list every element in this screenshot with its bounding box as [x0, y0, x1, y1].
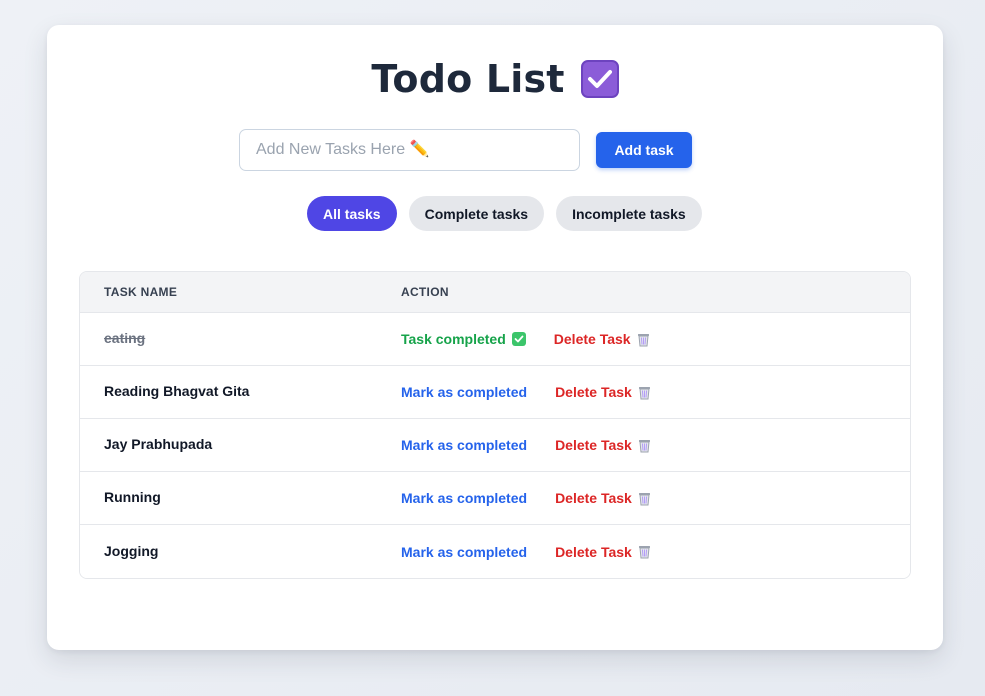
task-name: Running: [104, 489, 161, 505]
todo-card: Todo List Add task All tasks Complete ta…: [47, 25, 943, 650]
task-name: Jay Prabhupada: [104, 436, 213, 452]
new-task-input[interactable]: [239, 129, 580, 171]
table-header: Task name Action: [80, 272, 910, 313]
delete-task-button[interactable]: Delete Task: [554, 331, 650, 347]
task-name: eating: [104, 330, 146, 346]
task-completed-status: Task completed: [401, 331, 526, 347]
delete-label: Delete Task: [555, 384, 632, 400]
delete-task-button[interactable]: Delete Task: [555, 490, 651, 506]
delete-task-button[interactable]: Delete Task: [555, 384, 651, 400]
delete-label: Delete Task: [555, 437, 632, 453]
table-row: Jogging Mark as completed Delete Task: [80, 525, 910, 578]
purple-checkbox-icon: [580, 60, 619, 98]
task-name: Jogging: [104, 542, 159, 559]
table-row: Jay Prabhupada Mark as completed Delete …: [80, 419, 910, 472]
task-name: Reading Bhagvat Gita: [104, 383, 250, 399]
mark-completed-button[interactable]: Mark as completed: [401, 437, 527, 453]
status-label: Task completed: [401, 331, 506, 347]
table-row: Reading Bhagvat Gita Mark as completed D…: [80, 366, 910, 419]
mark-completed-button[interactable]: Mark as completed: [401, 384, 527, 400]
wastebasket-icon: [638, 491, 651, 506]
mark-completed-button[interactable]: Mark as completed: [401, 490, 527, 506]
table-row: eating Task completed Delete Task: [80, 313, 910, 366]
delete-task-button[interactable]: Delete Task: [555, 544, 651, 560]
delete-label: Delete Task: [553, 331, 631, 347]
wastebasket-icon: [638, 438, 651, 453]
wastebasket-icon: [638, 385, 651, 400]
title-row: Todo List: [47, 57, 943, 101]
delete-task-button[interactable]: Delete Task: [555, 437, 651, 453]
delete-label: Delete Task: [555, 490, 632, 506]
header-task-name: Task name: [104, 285, 178, 299]
header-action: Action: [401, 285, 449, 299]
wastebasket-icon: [638, 544, 651, 559]
task-table: Task name Action eating Task completed D…: [79, 271, 911, 579]
filter-tabs: All tasks Complete tasks Incomplete task…: [307, 196, 702, 231]
add-task-button[interactable]: Add task: [596, 132, 692, 168]
filter-incomplete-tasks[interactable]: Incomplete tasks: [556, 196, 702, 231]
wastebasket-icon: [637, 332, 650, 347]
green-check-icon: [511, 332, 526, 346]
mark-completed-button[interactable]: Mark as completed: [401, 544, 527, 560]
filter-all-tasks[interactable]: All tasks: [307, 196, 397, 231]
delete-label: Delete Task: [555, 543, 632, 560]
add-task-row: Add task: [239, 129, 692, 171]
table-row: Running Mark as completed Delete Task: [80, 472, 910, 525]
page-title: Todo List: [371, 57, 565, 101]
filter-complete-tasks[interactable]: Complete tasks: [408, 196, 545, 231]
